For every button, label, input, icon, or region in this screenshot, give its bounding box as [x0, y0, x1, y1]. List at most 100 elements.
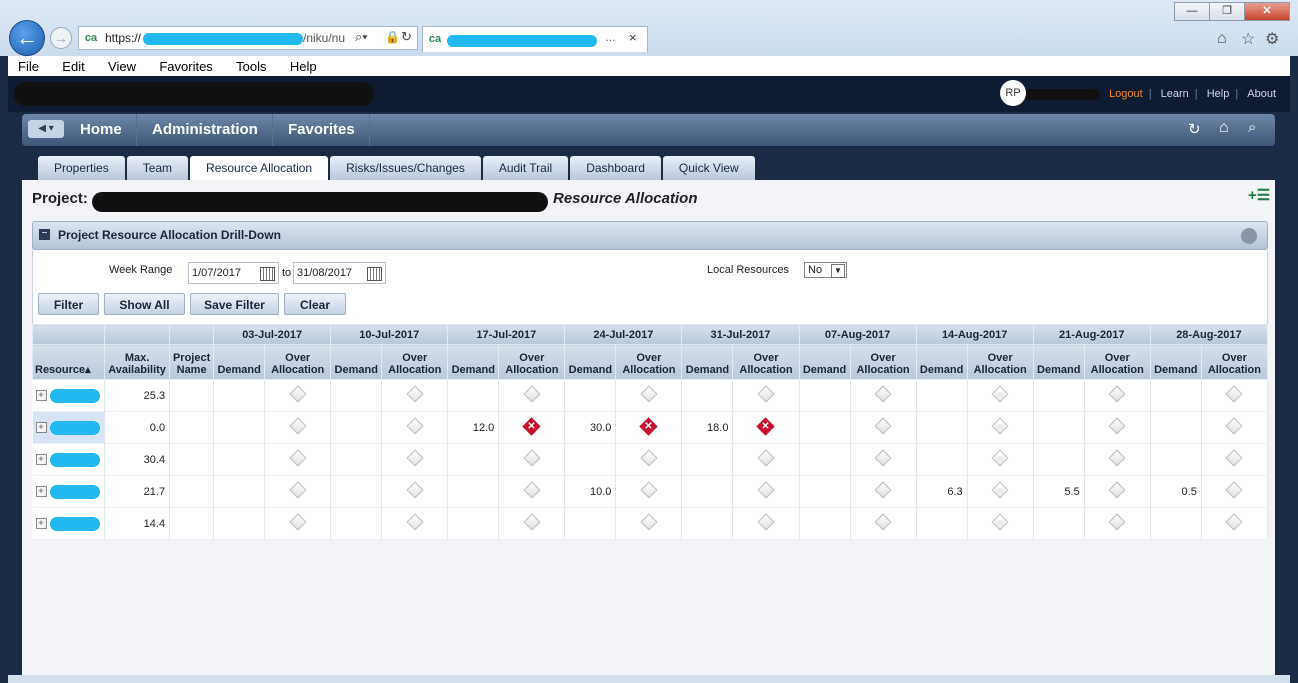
clear-button[interactable]: Clear [284, 293, 346, 315]
over-allocation-cell[interactable] [498, 379, 566, 412]
tab-close-icon[interactable]: × [629, 30, 637, 45]
show-all-button[interactable]: Show All [104, 293, 185, 315]
table-row[interactable]: + 30.4 [32, 443, 1269, 476]
tab-resource-allocation[interactable]: Resource Allocation [190, 156, 329, 180]
menu-file[interactable]: File [18, 59, 39, 74]
refresh-icon[interactable]: ↻ [1188, 120, 1201, 138]
to-date-field[interactable]: 31/08/2017 [293, 262, 386, 284]
calendar-icon[interactable] [367, 267, 382, 281]
over-allocation-cell[interactable] [850, 507, 917, 540]
about-link[interactable]: About [1247, 88, 1276, 100]
menu-view[interactable]: View [108, 59, 136, 74]
over-allocation-cell[interactable] [615, 379, 683, 412]
search-icon[interactable]: ⌕▾ [355, 29, 368, 45]
over-allocation-cell[interactable] [732, 507, 800, 540]
help-link[interactable]: Help [1207, 88, 1230, 100]
over-allocation-cell[interactable] [498, 475, 566, 508]
over-allocation-cell[interactable]: ✕ [615, 411, 683, 444]
over-allocation-cell[interactable] [732, 443, 800, 476]
over-allocation-cell[interactable] [850, 443, 917, 476]
over-allocation-cell[interactable] [850, 475, 917, 508]
refresh-icon[interactable]: ↻ [401, 29, 412, 45]
table-row[interactable]: + 25.3 [32, 379, 1269, 412]
over-allocation-cell[interactable] [264, 379, 332, 412]
over-allocation-cell[interactable] [850, 411, 917, 444]
filter-button[interactable]: Filter [38, 293, 99, 315]
learn-link[interactable]: Learn [1161, 88, 1189, 100]
table-row[interactable]: + 14.4 [32, 507, 1269, 540]
over-allocation-cell[interactable] [850, 379, 917, 412]
tab-risks-issues-changes[interactable]: Risks/Issues/Changes [330, 156, 481, 180]
over-allocation-cell[interactable] [381, 443, 449, 476]
resource-cell[interactable]: + [32, 507, 106, 540]
expand-icon[interactable]: + [35, 454, 47, 465]
over-allocation-cell[interactable] [381, 411, 449, 444]
over-allocation-cell[interactable] [264, 507, 332, 540]
menu-tools[interactable]: Tools [236, 59, 266, 74]
save-filter-button[interactable]: Save Filter [190, 293, 279, 315]
over-allocation-cell[interactable] [615, 507, 683, 540]
over-allocation-cell[interactable]: ✕ [732, 411, 800, 444]
table-row[interactable]: + 0.0 12.0 ✕ 30.0 ✕ 18.0 ✕ [32, 411, 1269, 444]
project-name-header[interactable]: Project Name [169, 344, 215, 380]
over-allocation-cell[interactable] [1084, 443, 1151, 476]
over-allocation-cell[interactable] [967, 443, 1034, 476]
gear-icon[interactable]: ⚙ [1265, 29, 1279, 49]
over-allocation-cell[interactable] [1201, 411, 1269, 444]
forward-button[interactable]: → [50, 27, 72, 49]
resource-cell[interactable]: + [32, 475, 106, 508]
resource-cell[interactable]: + [32, 411, 106, 444]
home-icon[interactable]: ⌂ [1219, 119, 1229, 137]
over-allocation-cell[interactable]: ✕ [498, 411, 566, 444]
over-allocation-cell[interactable] [498, 507, 566, 540]
over-allocation-cell[interactable] [1084, 507, 1151, 540]
expand-icon[interactable]: + [35, 422, 47, 433]
over-allocation-cell[interactable] [381, 379, 449, 412]
nav-home[interactable]: Home [66, 114, 137, 146]
resource-cell[interactable]: + [32, 443, 106, 476]
over-allocation-cell[interactable] [264, 443, 332, 476]
local-resources-select[interactable]: No ▼ [804, 262, 847, 278]
over-allocation-cell[interactable] [732, 379, 800, 412]
over-allocation-cell[interactable] [1201, 507, 1269, 540]
resource-cell[interactable]: + [32, 379, 106, 412]
menu-help[interactable]: Help [290, 59, 317, 74]
over-allocation-cell[interactable] [1084, 379, 1151, 412]
tab-quick-view[interactable]: Quick View [662, 156, 755, 180]
over-allocation-cell[interactable] [264, 475, 332, 508]
nav-administration[interactable]: Administration [138, 114, 273, 146]
star-icon[interactable]: ☆ [1241, 29, 1255, 49]
resource-column-header[interactable]: Resource▴ [31, 344, 106, 380]
over-allocation-cell[interactable] [1084, 475, 1151, 508]
close-window-button[interactable]: ✕ [1244, 2, 1290, 21]
over-allocation-cell[interactable] [967, 475, 1034, 508]
menu-edit[interactable]: Edit [62, 59, 84, 74]
tab-audit-trail[interactable]: Audit Trail [482, 156, 569, 180]
from-date-field[interactable]: 1/07/2017 [188, 262, 279, 284]
over-allocation-cell[interactable] [1201, 475, 1269, 508]
over-allocation-cell[interactable] [967, 411, 1034, 444]
back-button[interactable]: ← [9, 20, 45, 56]
over-allocation-cell[interactable] [732, 475, 800, 508]
over-allocation-cell[interactable] [967, 379, 1034, 412]
over-allocation-cell[interactable] [1201, 379, 1269, 412]
over-allocation-cell[interactable] [1084, 411, 1151, 444]
over-allocation-cell[interactable] [498, 443, 566, 476]
search-icon[interactable]: ⌕ [1248, 119, 1256, 136]
collapse-icon[interactable]: − [39, 229, 50, 240]
over-allocation-cell[interactable] [381, 507, 449, 540]
over-allocation-cell[interactable] [264, 411, 332, 444]
minimize-button[interactable]: — [1174, 2, 1210, 21]
maximize-button[interactable]: ❐ [1209, 2, 1245, 21]
calendar-icon[interactable] [260, 267, 275, 281]
browser-tab[interactable]: ca … × [422, 26, 648, 52]
menu-favorites[interactable]: Favorites [159, 59, 212, 74]
over-allocation-cell[interactable] [615, 443, 683, 476]
over-allocation-cell[interactable] [1201, 443, 1269, 476]
tab-properties[interactable]: Properties [38, 156, 125, 180]
expand-icon[interactable]: + [35, 486, 47, 497]
expand-icon[interactable]: + [35, 390, 47, 401]
expand-icon[interactable]: + [35, 518, 47, 529]
nav-favorites[interactable]: Favorites [274, 114, 370, 146]
add-allocation-icon[interactable]: +☰ [1248, 186, 1270, 204]
